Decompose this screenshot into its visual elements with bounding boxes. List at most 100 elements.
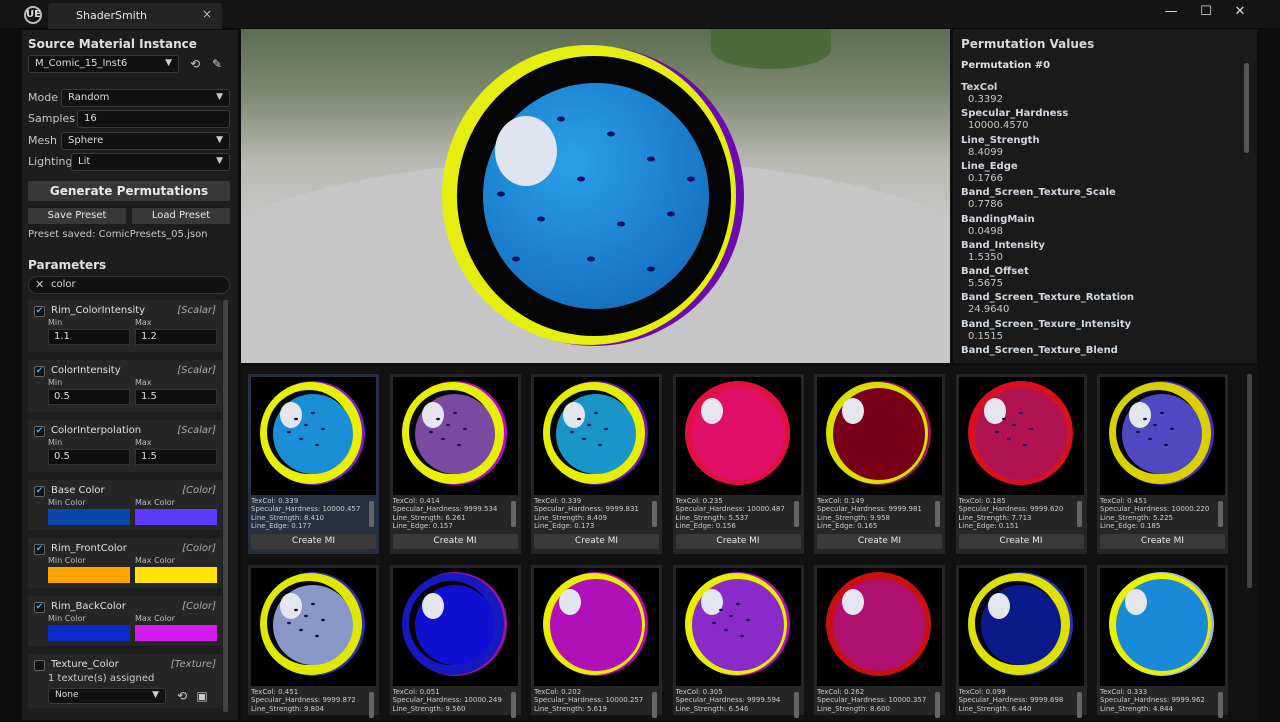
close-window-icon[interactable]: ✕ — [1230, 4, 1250, 22]
line-strength-text: Line_Strength: 8.600 — [817, 704, 890, 713]
info-scrollbar[interactable] — [935, 692, 940, 718]
parameter-search-input[interactable]: ✕ color — [28, 276, 230, 294]
permutation-card[interactable]: TexCol: 0.149 Specular_Hardness: 9999.98… — [814, 374, 945, 554]
edit-pencil-icon[interactable]: ✎ — [209, 56, 225, 72]
max-color-swatch[interactable] — [135, 567, 217, 583]
info-scrollbar[interactable] — [652, 692, 657, 718]
max-input[interactable]: 1.5 — [135, 389, 217, 405]
max-input[interactable]: 1.5 — [135, 449, 217, 465]
generate-permutations-button[interactable]: Generate Permutations — [28, 181, 230, 201]
param-checkbox[interactable]: ✔ — [34, 306, 45, 317]
line-edge-text: Line_Edge: 0.177 — [251, 521, 312, 530]
line-edge-text: Line_Edge: 0.165 — [817, 521, 878, 530]
permutation-card[interactable]: TexCol: 0.451 Specular_Hardness: 9999.87… — [248, 565, 379, 718]
max-color-swatch[interactable] — [135, 509, 217, 525]
param-checkbox[interactable]: ✔ — [34, 366, 45, 377]
param-checkbox[interactable] — [34, 660, 45, 671]
param-checkbox[interactable]: ✔ — [34, 544, 45, 555]
reset-icon[interactable]: ⟲ — [174, 688, 190, 704]
min-input[interactable]: 0.5 — [48, 389, 130, 405]
permutation-card[interactable]: TexCol: 0.414 Specular_Hardness: 9999.53… — [389, 374, 521, 554]
info-scrollbar[interactable] — [935, 501, 940, 527]
permutation-thumbnail — [1100, 568, 1225, 686]
info-scrollbar[interactable] — [652, 501, 657, 527]
permutation-card[interactable]: TexCol: 0.202 Specular_Hardness: 10000.2… — [531, 565, 662, 718]
info-scrollbar[interactable] — [1076, 692, 1082, 718]
permutation-card[interactable]: TexCol: 0.339 Specular_Hardness: 9999.83… — [531, 374, 662, 554]
mode-value: Random — [68, 92, 110, 103]
permutation-thumbnail — [675, 568, 801, 686]
param-checkbox[interactable]: ✔ — [34, 486, 45, 497]
param-rim-colorintensity: ✔ Rim_ColorIntensity [Scalar] Min Max 1.… — [28, 300, 222, 352]
specular-text: Specular_Hardness: 9999.620 — [958, 505, 1064, 514]
permutation-card[interactable]: TexCol: 0.235 Specular_Hardness: 10000.4… — [672, 374, 804, 554]
create-mi-button[interactable]: Create MI — [958, 534, 1084, 549]
close-tab-icon[interactable]: × — [202, 7, 212, 21]
create-mi-button[interactable]: Create MI — [1100, 534, 1225, 549]
param-checkbox[interactable]: ✔ — [34, 426, 45, 437]
info-scrollbar[interactable] — [793, 501, 799, 527]
texture-dropdown[interactable]: None ▼ — [48, 688, 166, 704]
info-scrollbar[interactable] — [1218, 692, 1223, 718]
permutation-thumbnail — [675, 377, 801, 495]
info-scrollbar[interactable] — [510, 501, 516, 527]
info-scrollbar[interactable] — [793, 692, 799, 718]
save-preset-button[interactable]: Save Preset — [28, 208, 126, 224]
param-checkbox[interactable]: ✔ — [34, 602, 45, 613]
mesh-dropdown[interactable]: Sphere ▼ — [61, 132, 230, 150]
texcol-text: TexCol: 0.149 — [817, 497, 865, 505]
min-color-swatch[interactable] — [48, 625, 130, 641]
load-preset-button[interactable]: Load Preset — [132, 208, 230, 224]
line-strength-text: Line_Strength: 4.844 — [1100, 704, 1173, 713]
min-input[interactable]: 1.1 — [48, 329, 130, 345]
info-scrollbar[interactable] — [1218, 501, 1223, 527]
create-mi-button[interactable]: Create MI — [251, 534, 376, 549]
min-color-swatch[interactable] — [48, 509, 130, 525]
texcol-text: TexCol: 0.339 — [534, 497, 582, 505]
permutation-card[interactable]: TexCol: 0.262 Specular_Hardness: 10000.3… — [814, 565, 945, 718]
permutation-thumbnail — [817, 377, 942, 495]
grid-scrollbar[interactable] — [1247, 374, 1252, 588]
permutation-scrollbar[interactable] — [1244, 63, 1249, 153]
specular-text: Specular_Hardness: 9999.831 — [534, 505, 639, 514]
mode-dropdown[interactable]: Random ▼ — [61, 89, 230, 107]
parameters-scrollbar[interactable] — [223, 300, 228, 712]
permutation-card[interactable]: TexCol: 0.451 Specular_Hardness: 10000.2… — [1097, 374, 1228, 554]
preview-viewport[interactable] — [241, 29, 950, 363]
create-mi-button[interactable]: Create MI — [817, 534, 942, 549]
min-color-swatch[interactable] — [48, 567, 130, 583]
browse-folder-icon[interactable]: ▣ — [194, 688, 210, 704]
max-color-swatch[interactable] — [135, 625, 217, 641]
info-scrollbar[interactable] — [1076, 501, 1082, 527]
info-scrollbar[interactable] — [369, 692, 374, 718]
permutation-thumbnail — [251, 377, 376, 495]
permutation-card[interactable]: TexCol: 0.333 Specular_Hardness: 9999.96… — [1097, 565, 1228, 718]
min-input[interactable]: 0.5 — [48, 449, 130, 465]
create-mi-button[interactable]: Create MI — [392, 534, 518, 549]
reset-icon[interactable]: ⟲ — [187, 56, 203, 72]
specular-text: Specular_Hardness: 9999.981 — [817, 505, 922, 514]
permutation-card[interactable]: TexCol: 0.305 Specular_Hardness: 9999.59… — [672, 565, 804, 718]
perm-value-name: Band_Screen_Texture_Scale — [961, 187, 1116, 199]
info-scrollbar[interactable] — [510, 692, 516, 718]
info-scrollbar[interactable] — [369, 501, 374, 527]
tab-shadersmith[interactable]: ShaderSmith × — [48, 3, 222, 29]
samples-input[interactable]: 16 — [77, 110, 230, 128]
permutation-card[interactable]: TexCol: 0.099 Specular_Hardness: 9999.69… — [955, 565, 1087, 718]
max-input[interactable]: 1.2 — [135, 329, 217, 345]
permutation-card[interactable]: TexCol: 0.339 Specular_Hardness: 10000.4… — [248, 374, 379, 554]
texcol-text: TexCol: 0.099 — [958, 688, 1006, 696]
lighting-dropdown[interactable]: Lit ▼ — [71, 153, 230, 171]
texcol-text: TexCol: 0.051 — [392, 688, 440, 696]
minimize-icon[interactable]: — — [1161, 4, 1181, 22]
param-texture-color: Texture_Color [Texture] 1 texture(s) ass… — [28, 654, 222, 708]
perm-value-name: Line_Edge — [961, 160, 1018, 172]
maximize-icon[interactable]: ☐ — [1196, 4, 1216, 22]
material-dropdown[interactable]: M_Comic_15_Inst6 ▼ — [28, 55, 179, 73]
clear-search-icon[interactable]: ✕ — [35, 278, 44, 291]
create-mi-button[interactable]: Create MI — [675, 534, 801, 549]
create-mi-button[interactable]: Create MI — [534, 534, 659, 549]
param-colorinterpolation: ✔ ColorInterpolation [Scalar] Min Max 0.… — [28, 420, 222, 472]
permutation-card[interactable]: TexCol: 0.185 Specular_Hardness: 9999.62… — [955, 374, 1087, 554]
permutation-card[interactable]: TexCol: 0.051 Specular_Hardness: 10000.2… — [389, 565, 521, 718]
